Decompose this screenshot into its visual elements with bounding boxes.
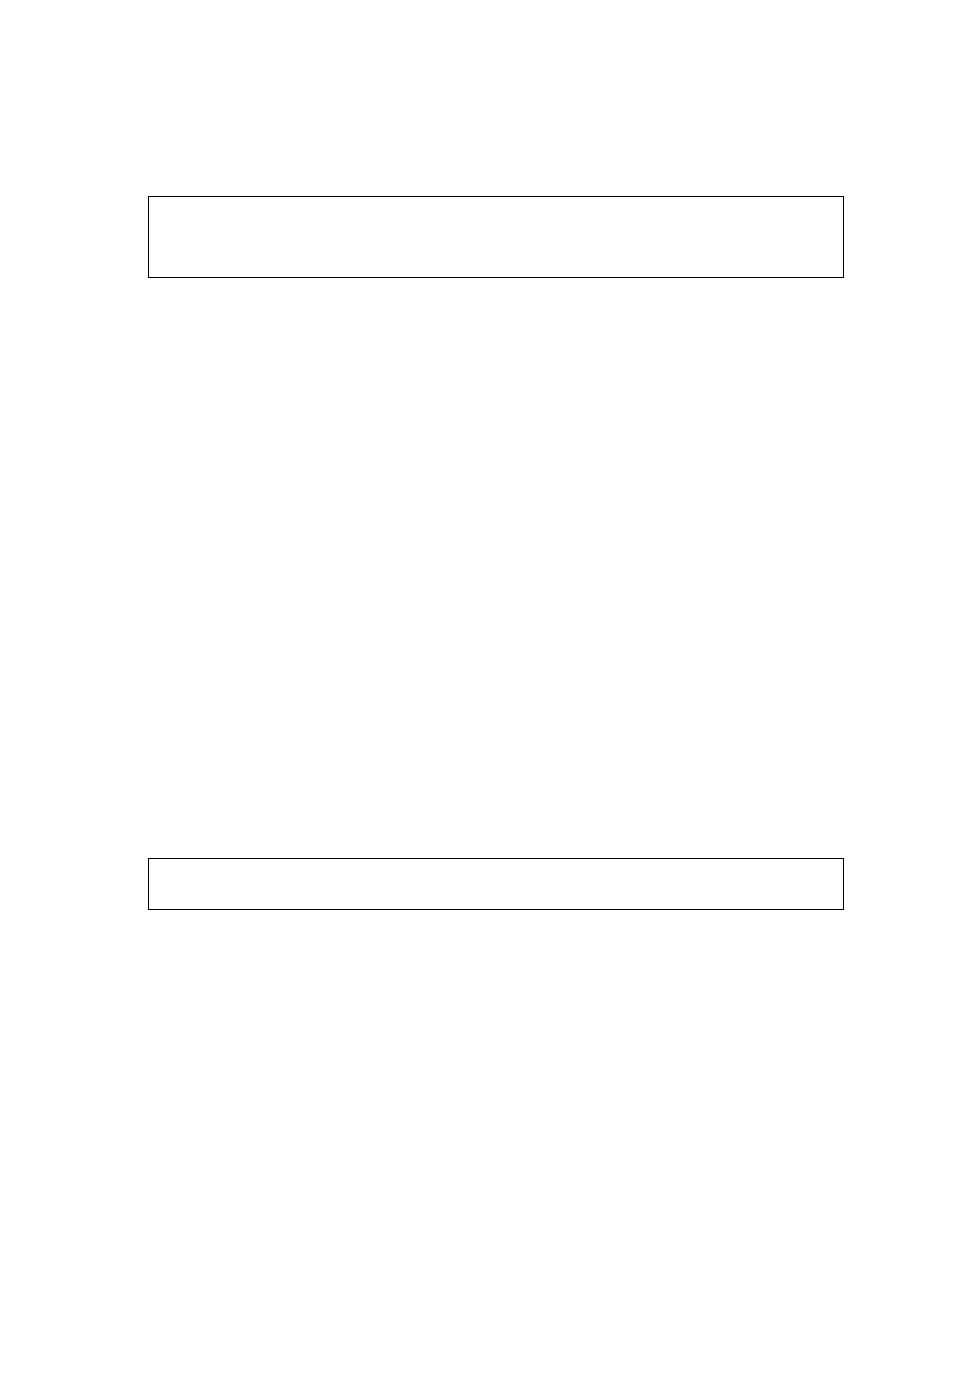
document-box-upper (148, 196, 844, 278)
document-box-lower (148, 858, 844, 910)
